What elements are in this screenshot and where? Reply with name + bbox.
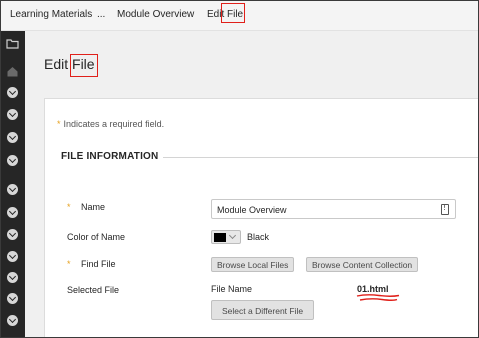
required-note: * Indicates a required field. [57, 119, 165, 129]
color-value: Black [247, 232, 270, 242]
color-picker[interactable] [211, 230, 241, 244]
required-marker: * [57, 119, 61, 129]
browse-content-collection-button[interactable]: Browse Content Collection [306, 257, 419, 272]
breadcrumb: Learning Materials ... Module Overview E… [1, 1, 478, 31]
name-input-value: Module Overview [217, 205, 287, 215]
required-marker: * [67, 202, 71, 212]
chevron-circle-icon[interactable] [7, 251, 18, 262]
chevron-circle-icon[interactable] [7, 87, 18, 98]
chevron-circle-icon[interactable] [7, 132, 18, 143]
selected-file-label: Selected File [67, 285, 120, 295]
breadcrumb-ellipsis[interactable]: ... [97, 9, 105, 20]
section-title: FILE INFORMATION [61, 151, 159, 162]
annotation-highlight-box [221, 3, 245, 23]
breadcrumb-learning-materials[interactable]: Learning Materials [10, 9, 92, 20]
home-icon[interactable] [6, 65, 19, 78]
input-warning-icon [441, 203, 449, 215]
left-rail [1, 31, 25, 337]
form-panel: * Indicates a required field. FILE INFORM… [44, 98, 478, 337]
chevron-circle-icon[interactable] [7, 315, 18, 326]
name-input[interactable]: Module Overview [211, 199, 456, 219]
chevron-down-icon [228, 231, 237, 240]
chevron-circle-icon[interactable] [7, 109, 18, 120]
color-swatch [214, 233, 226, 242]
chevron-circle-icon[interactable] [7, 293, 18, 304]
annotation-underline [356, 294, 400, 301]
browse-local-files-button[interactable]: Browse Local Files [211, 257, 295, 272]
name-label: Name [81, 202, 106, 212]
section-divider [163, 157, 478, 158]
annotation-highlight-box [70, 54, 98, 77]
chevron-circle-icon[interactable] [7, 272, 18, 283]
file-name-label: File Name [211, 284, 253, 294]
chevron-circle-icon[interactable] [7, 229, 18, 240]
find-file-label: Find File [81, 259, 116, 269]
color-of-name-label: Color of Name [67, 232, 126, 242]
app-window: Learning Materials ... Module Overview E… [0, 0, 479, 338]
breadcrumb-module-overview[interactable]: Module Overview [117, 9, 194, 20]
select-different-file-button[interactable]: Select a Different File [211, 300, 315, 320]
chevron-circle-icon[interactable] [7, 184, 18, 195]
main-content: Edit File * Indicates a required field. F… [25, 32, 478, 337]
chevron-circle-icon[interactable] [7, 155, 18, 166]
required-marker: * [67, 259, 71, 269]
chevron-circle-icon[interactable] [7, 207, 18, 218]
folder-icon[interactable] [6, 37, 19, 50]
